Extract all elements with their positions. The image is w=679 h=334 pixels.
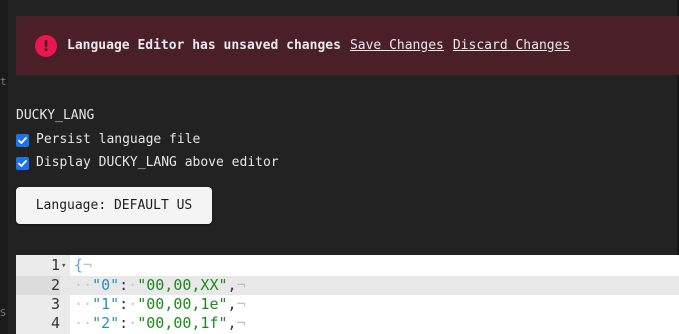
checkmark-icon bbox=[18, 159, 27, 167]
display-ducky-lang-label: Display DUCKY_LANG above editor bbox=[36, 155, 279, 170]
language-select-button[interactable]: Language: DEFAULT US bbox=[16, 187, 212, 224]
left-edge-strip: t S bbox=[0, 0, 8, 334]
code-text: ··"0":·"00,00,XX",¬ bbox=[74, 276, 246, 294]
line-number: 4 bbox=[50, 314, 60, 332]
code-text: {¬ bbox=[74, 256, 93, 274]
checkmark-icon bbox=[18, 136, 27, 144]
code-line[interactable]: 4 ··"2":·"00,00,1f",¬ bbox=[16, 314, 679, 333]
save-changes-link[interactable]: Save Changes bbox=[350, 38, 444, 53]
code-line[interactable]: 3 ··"1":·"00,00,1e",¬ bbox=[16, 295, 679, 314]
alert-message: Language Editor has unsaved changes bbox=[67, 38, 341, 53]
display-ducky-lang-checkbox[interactable] bbox=[16, 156, 29, 170]
fold-arrow-icon[interactable]: ▾ bbox=[61, 256, 66, 277]
alert-circle-icon: ! bbox=[35, 34, 57, 57]
section-title: DUCKY_LANG bbox=[16, 108, 95, 123]
code-line[interactable]: 1 ▾ {¬ bbox=[16, 256, 679, 275]
unsaved-changes-alert: ! Language Editor has unsaved changes Sa… bbox=[16, 16, 679, 75]
settings-page: t S ! Language Editor has unsaved change… bbox=[0, 0, 679, 334]
language-code-editor[interactable]: 1 ▾ {¬ 2 ··"0":·"00,00,XX",¬ 3 ··"1":·"0… bbox=[16, 255, 679, 334]
edge-text: S bbox=[0, 308, 7, 319]
line-number: 2 bbox=[16, 276, 60, 295]
persist-language-checkbox[interactable] bbox=[16, 133, 29, 147]
persist-language-label: Persist language file bbox=[36, 132, 201, 147]
code-line-active[interactable]: 2 ··"0":·"00,00,XX",¬ bbox=[16, 276, 679, 295]
discard-changes-link[interactable]: Discard Changes bbox=[453, 38, 570, 53]
code-text: ··"1":·"00,00,1e",¬ bbox=[74, 295, 246, 313]
line-number: 1 bbox=[50, 256, 60, 274]
display-ducky-lang-option[interactable]: Display DUCKY_LANG above editor bbox=[16, 155, 279, 171]
persist-language-option[interactable]: Persist language file bbox=[16, 132, 200, 148]
edge-text: t bbox=[0, 75, 7, 88]
line-number: 3 bbox=[50, 295, 60, 313]
code-text: ··"2":·"00,00,1f",¬ bbox=[74, 314, 246, 332]
